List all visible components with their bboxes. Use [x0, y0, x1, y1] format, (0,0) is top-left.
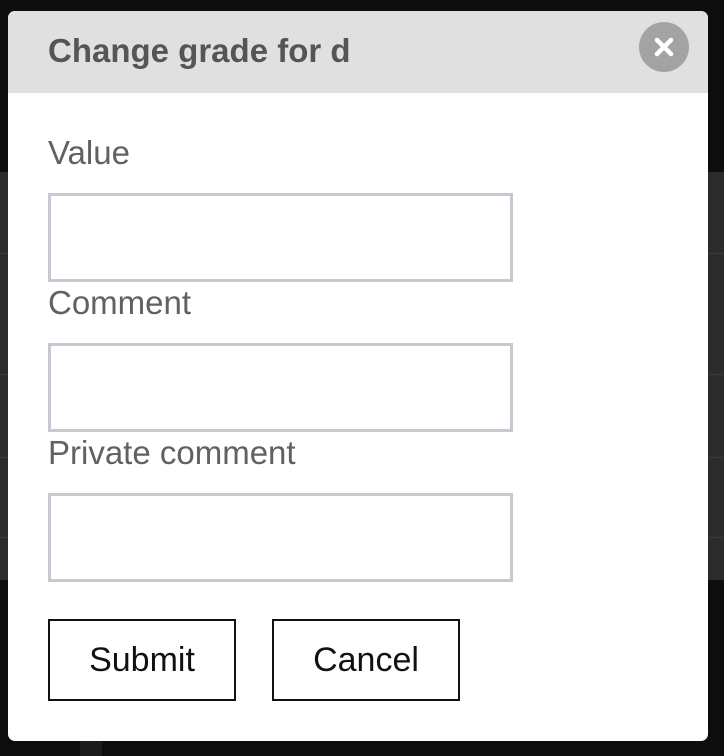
comment-input[interactable]	[48, 343, 513, 432]
private-comment-input[interactable]	[48, 493, 513, 582]
comment-label: Comment	[48, 284, 192, 321]
change-grade-dialog: Change grade for d Value Comment Private…	[8, 11, 708, 741]
dialog-title: Change grade for d	[48, 32, 351, 69]
submit-button[interactable]: Submit	[48, 619, 236, 701]
background-element	[80, 740, 102, 756]
dialog-header: Change grade for d	[8, 11, 708, 93]
cancel-button[interactable]: Cancel	[272, 619, 460, 701]
value-label: Value	[48, 134, 130, 171]
close-icon	[654, 37, 674, 57]
close-button[interactable]	[639, 22, 689, 72]
value-input[interactable]	[48, 193, 513, 282]
private-comment-label: Private comment	[48, 434, 296, 471]
